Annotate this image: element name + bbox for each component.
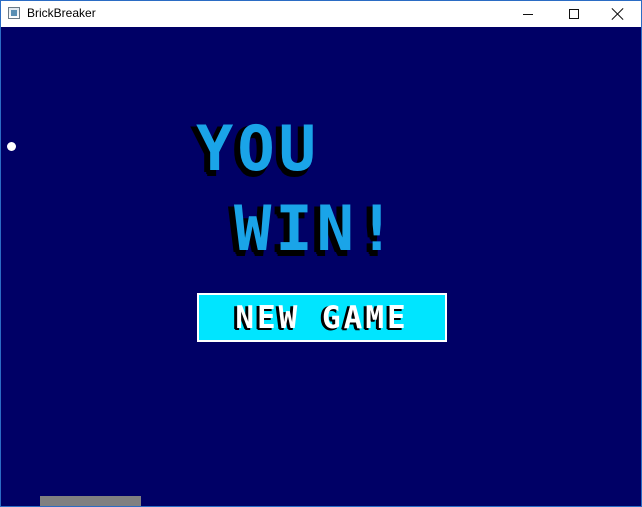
close-icon xyxy=(612,8,624,20)
minimize-button[interactable] xyxy=(505,1,551,27)
game-window: BrickBreaker YOU WIN! NEW GAME xyxy=(0,0,642,507)
paddle[interactable] xyxy=(40,496,141,506)
close-button[interactable] xyxy=(595,1,641,27)
maximize-button[interactable] xyxy=(551,1,597,27)
window-title: BrickBreaker xyxy=(27,6,96,20)
maximize-icon xyxy=(569,9,579,19)
app-icon xyxy=(8,7,20,19)
win-message-line1: YOU xyxy=(196,112,320,185)
new-game-button[interactable]: NEW GAME xyxy=(197,293,447,342)
game-area[interactable]: YOU WIN! NEW GAME xyxy=(1,27,641,506)
title-bar[interactable]: BrickBreaker xyxy=(1,1,641,27)
win-message-line2: WIN! xyxy=(234,192,400,265)
ball xyxy=(7,142,16,151)
minimize-icon xyxy=(523,13,533,15)
